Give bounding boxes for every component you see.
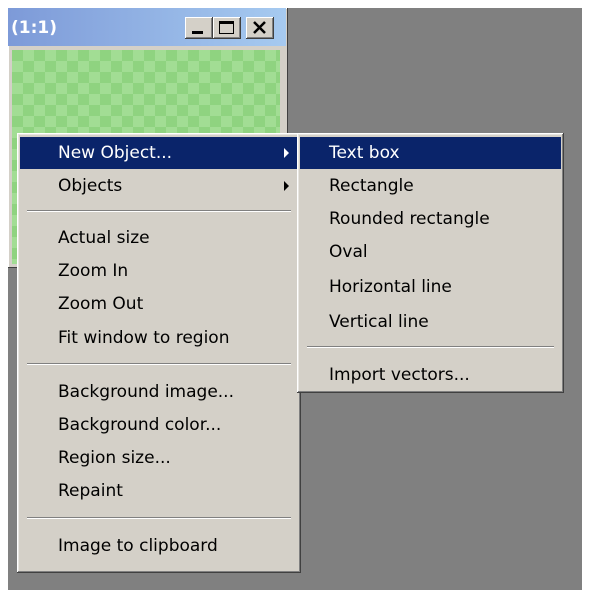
- menu-item-label: Zoom Out: [58, 294, 144, 314]
- menu-item-label: Zoom In: [58, 261, 129, 281]
- menu-item-label: Oval: [329, 242, 368, 262]
- menu-item-label: Repaint: [58, 481, 123, 501]
- close-button[interactable]: [246, 17, 274, 39]
- menu-item-background-color[interactable]: Background color...: [20, 409, 298, 441]
- minimize-button[interactable]: [185, 17, 213, 39]
- submenu-item-import-vectors[interactable]: Import vectors...: [300, 359, 561, 391]
- menu-item-label: Region size...: [58, 448, 171, 468]
- menu-item-label: Image to clipboard: [58, 536, 218, 556]
- submenu-arrow-icon: [284, 181, 289, 191]
- submenu-item-rounded-rectangle[interactable]: Rounded rectangle: [300, 203, 561, 235]
- new-object-submenu: Text box Rectangle Rounded rectangle Ova…: [297, 133, 564, 393]
- menu-item-label: New Object...: [58, 143, 173, 163]
- menu-item-label: Background image...: [58, 382, 234, 402]
- maximize-icon: [219, 21, 234, 34]
- menu-item-label: Rounded rectangle: [329, 209, 490, 229]
- menu-separator: [27, 517, 291, 519]
- menu-item-label: Vertical line: [329, 312, 429, 332]
- maximize-button[interactable]: [213, 17, 241, 39]
- menu-item-label: Horizontal line: [329, 277, 452, 297]
- menu-item-background-image[interactable]: Background image...: [20, 376, 298, 408]
- submenu-item-horizontal-line[interactable]: Horizontal line: [300, 271, 561, 303]
- menu-item-region-size[interactable]: Region size...: [20, 442, 298, 474]
- menu-separator: [307, 346, 554, 348]
- menu-item-label: Objects: [58, 176, 123, 196]
- submenu-item-vertical-line[interactable]: Vertical line: [300, 306, 561, 338]
- close-icon: [253, 21, 266, 34]
- menu-separator: [27, 210, 291, 212]
- menu-item-zoom-out[interactable]: Zoom Out: [20, 288, 298, 320]
- context-menu: New Object... Objects Actual size Zoom I…: [17, 133, 301, 573]
- submenu-item-oval[interactable]: Oval: [300, 236, 561, 268]
- minimize-icon: [192, 31, 203, 34]
- menu-item-zoom-in[interactable]: Zoom In: [20, 255, 298, 287]
- menu-item-actual-size[interactable]: Actual size: [20, 222, 298, 254]
- menu-item-fit-window[interactable]: Fit window to region: [20, 322, 298, 354]
- menu-item-label: Import vectors...: [329, 365, 470, 385]
- menu-item-repaint[interactable]: Repaint: [20, 475, 298, 507]
- submenu-arrow-icon: [284, 148, 289, 158]
- menu-separator: [27, 363, 291, 365]
- menu-item-label: Actual size: [58, 228, 150, 248]
- menu-item-objects[interactable]: Objects: [20, 170, 298, 202]
- submenu-item-text-box[interactable]: Text box: [300, 137, 561, 169]
- menu-item-label: Fit window to region: [58, 328, 230, 348]
- window-title: (1:1): [11, 18, 57, 38]
- window-titlebar[interactable]: (1:1): [8, 8, 286, 46]
- menu-item-label: Rectangle: [329, 176, 414, 196]
- menu-item-image-to-clipboard[interactable]: Image to clipboard: [20, 530, 298, 562]
- menu-item-label: Text box: [329, 143, 400, 163]
- submenu-item-rectangle[interactable]: Rectangle: [300, 170, 561, 202]
- menu-item-new-object[interactable]: New Object...: [20, 137, 298, 169]
- menu-item-label: Background color...: [58, 415, 222, 435]
